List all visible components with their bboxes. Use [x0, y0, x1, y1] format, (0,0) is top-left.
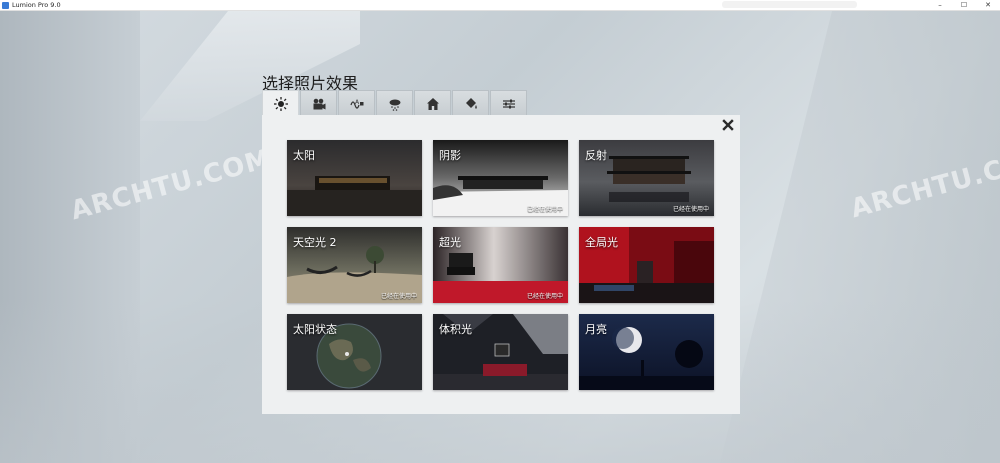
- effect-label: 超光: [439, 236, 461, 249]
- effect-card-shadow[interactable]: 阴影 已经在使用中: [433, 140, 568, 216]
- effect-card-moon[interactable]: 月亮: [579, 314, 714, 390]
- effect-card-hyperlight[interactable]: 超光 已经在使用中: [433, 227, 568, 303]
- paint-bucket-icon: [465, 97, 477, 109]
- tab-text-effects[interactable]: A: [338, 90, 375, 116]
- weather-icon: [389, 99, 400, 111]
- effect-label: 反射: [585, 149, 607, 162]
- effect-label: 全局光: [585, 236, 618, 249]
- close-panel-button[interactable]: [721, 118, 735, 132]
- effects-panel: 太阳 阴影 已经在使用中 反射 已经在使用中 天空光 2 已经在使用中 超光 已…: [262, 115, 740, 414]
- tab-sun[interactable]: [262, 90, 299, 117]
- effect-label: 太阳状态: [293, 323, 337, 336]
- svg-text:A: A: [355, 99, 360, 106]
- effect-card-global-illumination[interactable]: 全局光: [579, 227, 714, 303]
- sliders-icon: [502, 99, 515, 108]
- tab-weather[interactable]: [376, 90, 413, 116]
- camera-icon: [313, 98, 325, 109]
- effect-status: 已经在使用中: [672, 206, 709, 213]
- tab-paint[interactable]: [452, 90, 489, 116]
- close-window-button[interactable]: ✕: [976, 0, 1000, 11]
- minimize-button[interactable]: –: [928, 0, 952, 11]
- close-icon: [722, 119, 734, 131]
- house-icon: [426, 97, 439, 110]
- effect-card-skylight[interactable]: 天空光 2 已经在使用中: [287, 227, 422, 303]
- effect-card-reflection[interactable]: 反射 已经在使用中: [579, 140, 714, 216]
- effect-card-sun-state[interactable]: 太阳状态: [287, 314, 422, 390]
- window-controls: – ☐ ✕: [928, 0, 1000, 11]
- maximize-button[interactable]: ☐: [952, 0, 976, 11]
- window-title: Lumion Pro 9.0: [12, 0, 61, 9]
- effect-label: 体积光: [439, 323, 472, 336]
- sun-icon: [273, 97, 288, 111]
- effect-category-tabs: A: [262, 90, 528, 117]
- window-titlebar: Lumion Pro 9.0 – ☐ ✕: [0, 0, 1000, 11]
- effect-label: 太阳: [293, 149, 315, 162]
- effect-status: 已经在使用中: [526, 293, 563, 300]
- effect-card-sun[interactable]: 太阳: [287, 140, 422, 216]
- tab-camera[interactable]: [300, 90, 337, 116]
- tab-settings[interactable]: [490, 90, 527, 116]
- tab-scene[interactable]: [414, 90, 451, 116]
- effect-label: 月亮: [585, 323, 607, 336]
- effect-label: 天空光 2: [293, 236, 337, 249]
- text-effect-icon: A: [349, 99, 363, 109]
- titlebar-search-field[interactable]: [722, 1, 857, 8]
- app-icon: [2, 1, 9, 9]
- effect-status: 已经在使用中: [526, 206, 563, 213]
- effect-status: 已经在使用中: [380, 293, 417, 300]
- effect-card-volumetric-light[interactable]: 体积光: [433, 314, 568, 390]
- effect-label: 阴影: [439, 149, 461, 162]
